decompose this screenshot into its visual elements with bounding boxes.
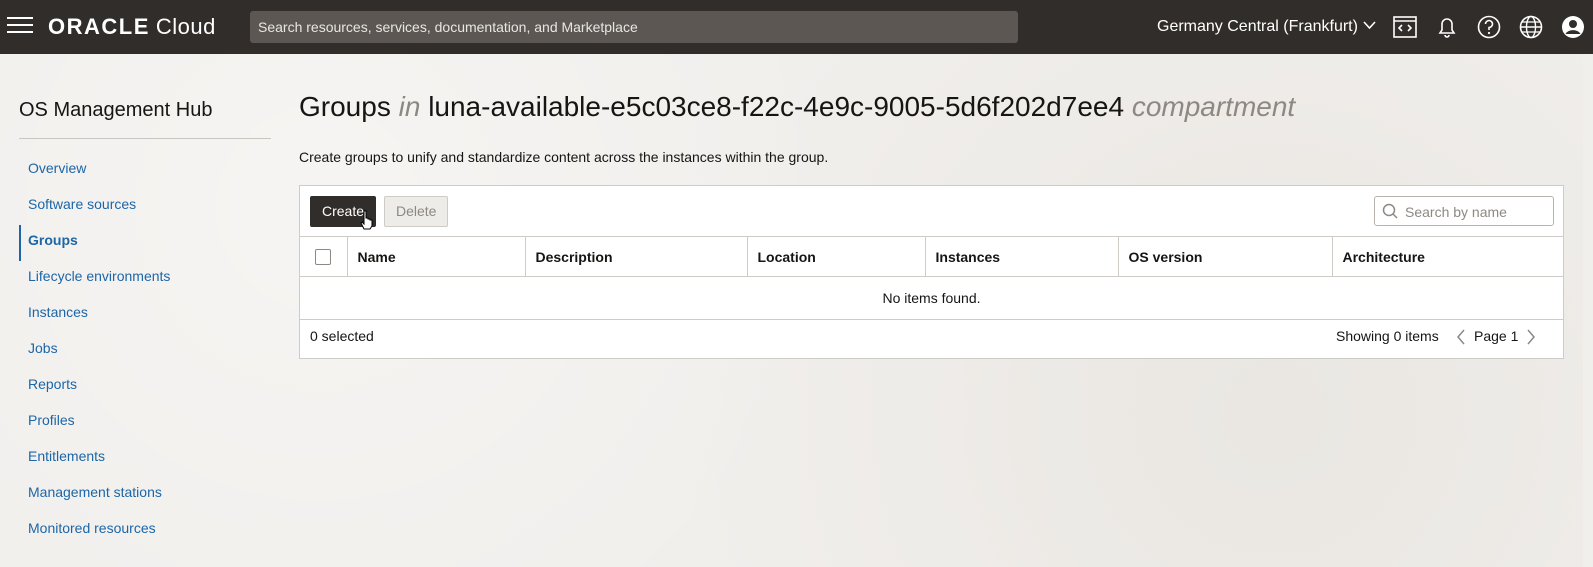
sidebar-item-groups[interactable]: Groups <box>19 225 279 261</box>
user-icon[interactable] <box>1560 14 1586 40</box>
table-header-row: Name Description Location Instances OS v… <box>300 236 1563 277</box>
global-search-input[interactable] <box>250 11 1018 43</box>
hand-cursor-icon <box>360 210 373 230</box>
sidebar-nav: Overview Software sources Groups Lifecyc… <box>19 153 279 549</box>
empty-message: No items found. <box>300 276 1563 320</box>
table-footer: 0 selected Showing 0 items Page 1 <box>300 317 1563 357</box>
column-instances[interactable]: Instances <box>925 236 1119 277</box>
chevron-right-icon[interactable] <box>1526 329 1536 345</box>
table-row: No items found. <box>300 276 1563 320</box>
page-title-text: Groups <box>299 91 391 122</box>
groups-table: Name Description Location Instances OS v… <box>300 236 1563 320</box>
top-bar: ORACLECloud Germany Central (Frankfurt) <box>0 0 1593 54</box>
globe-icon[interactable] <box>1518 14 1544 40</box>
sidebar-item-instances[interactable]: Instances <box>19 297 279 333</box>
table-search <box>1374 196 1554 226</box>
page-title-in: in <box>398 91 421 122</box>
page-scrollbar[interactable] <box>1583 54 1593 567</box>
chevron-down-icon <box>1363 21 1376 29</box>
table-search-input[interactable] <box>1403 201 1552 223</box>
oracle-cloud-logo[interactable]: ORACLE Cloud <box>48 14 216 40</box>
delete-button[interactable]: Delete <box>384 196 449 227</box>
select-all-header <box>300 236 348 277</box>
menu-icon[interactable] <box>7 17 33 37</box>
sidebar-item-monitored-resources[interactable]: Monitored resources <box>19 513 279 549</box>
region-label: Germany Central (Frankfurt) <box>1157 18 1358 35</box>
sidebar-item-jobs[interactable]: Jobs <box>19 333 279 369</box>
column-location[interactable]: Location <box>747 236 926 277</box>
showing-count: Showing 0 items <box>1336 328 1439 344</box>
page-title: Groups in luna-available-e5c03ce8-f22c-4… <box>299 91 1295 123</box>
column-os-version[interactable]: OS version <box>1118 236 1333 277</box>
compartment-name: luna-available-e5c03ce8-f22c-4e9c-9005-5… <box>428 91 1125 122</box>
region-selector[interactable]: Germany Central (Frankfurt) <box>1157 18 1376 36</box>
chevron-left-icon[interactable] <box>1456 329 1466 345</box>
select-all-checkbox[interactable] <box>315 249 331 266</box>
selected-count: 0 selected <box>310 328 374 344</box>
product-text: Cloud <box>155 14 216 39</box>
column-name[interactable]: Name <box>347 236 526 277</box>
sidebar-item-profiles[interactable]: Profiles <box>19 405 279 441</box>
bell-icon[interactable] <box>1434 14 1460 40</box>
sidebar-item-software-sources[interactable]: Software sources <box>19 189 279 225</box>
sidebar-item-entitlements[interactable]: Entitlements <box>19 441 279 477</box>
sidebar-item-management-stations[interactable]: Management stations <box>19 477 279 513</box>
page-description: Create groups to unify and standardize c… <box>299 149 829 165</box>
sidebar-item-reports[interactable]: Reports <box>19 369 279 405</box>
sidebar-item-overview[interactable]: Overview <box>19 153 279 189</box>
code-editor-icon[interactable] <box>1392 14 1418 40</box>
compartment-suffix: compartment <box>1131 91 1296 122</box>
search-icon <box>1382 203 1398 219</box>
help-icon[interactable] <box>1476 14 1502 40</box>
column-description[interactable]: Description <box>525 236 748 277</box>
brand-text: ORACLE <box>48 14 150 39</box>
sidebar-divider <box>19 138 271 139</box>
sidebar-item-lifecycle-environments[interactable]: Lifecycle environments <box>19 261 279 297</box>
page-number: Page 1 <box>1474 328 1519 344</box>
sidebar-title: OS Management Hub <box>19 99 213 121</box>
column-architecture[interactable]: Architecture <box>1332 236 1563 277</box>
groups-table-panel: Create Delete Name Description Location … <box>299 185 1564 359</box>
